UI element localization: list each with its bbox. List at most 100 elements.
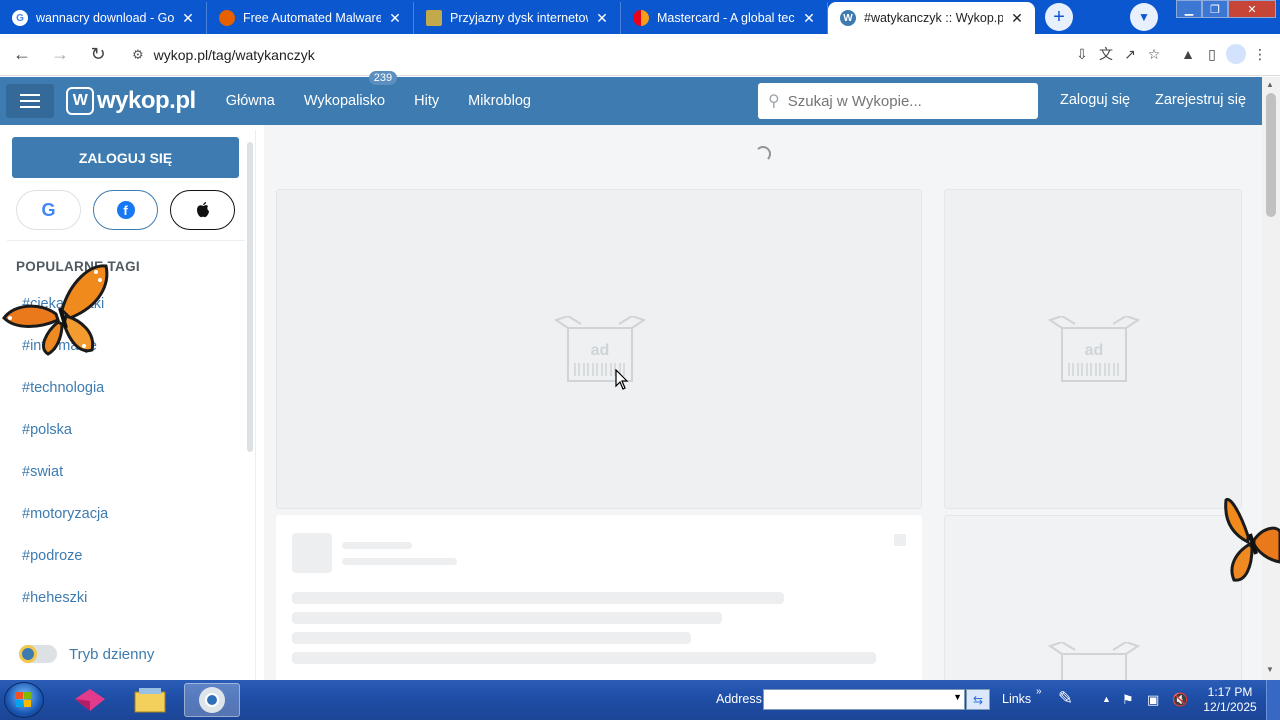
tag-link[interactable]: #technologia: [22, 380, 104, 396]
scrollbar-thumb[interactable]: [1266, 93, 1276, 217]
search-input[interactable]: [787, 92, 1018, 110]
close-window-button[interactable]: ✕: [1228, 0, 1276, 18]
address-toolbar-label: Address: [716, 692, 762, 706]
register-link[interactable]: Zarejestruj się: [1155, 92, 1246, 108]
side-panel-icon[interactable]: ▯: [1200, 39, 1224, 69]
install-app-icon[interactable]: ⇩: [1070, 39, 1094, 69]
taskbar-app-gem[interactable]: [62, 683, 118, 717]
tag-link[interactable]: #heheszki: [22, 590, 87, 606]
butterfly-icon: [1224, 497, 1280, 582]
close-icon[interactable]: ✕: [1009, 10, 1025, 27]
close-icon[interactable]: ✕: [387, 10, 403, 27]
ad-placeholder: ad: [944, 189, 1242, 509]
tab-mastercard[interactable]: Mastercard - A global tec ✕: [621, 2, 828, 34]
tab-wykop[interactable]: W #watykanczyk :: Wykop.pl ✕: [828, 2, 1035, 34]
tab-malware[interactable]: Free Automated Malware ✕: [207, 2, 414, 34]
share-icon[interactable]: ↗: [1118, 39, 1142, 69]
hamburger-menu-button[interactable]: [6, 84, 54, 118]
site-logo[interactable]: W wykop.pl: [66, 87, 196, 115]
nav-hity[interactable]: Hity: [414, 93, 439, 109]
ad-placeholder: ad: [276, 189, 922, 509]
mastercard-icon: [633, 10, 649, 26]
toggle-switch[interactable]: [19, 645, 57, 663]
links-toolbar-label[interactable]: Links: [1002, 692, 1031, 706]
left-sidebar: ZALOGUJ SIĘ G f POPULARNE TAGI #ciekawos…: [7, 130, 256, 680]
translate-icon[interactable]: 文: [1094, 39, 1118, 69]
tray-expand-icon[interactable]: ▲: [1102, 694, 1111, 704]
mouse-cursor-icon: [615, 369, 629, 390]
taskbar: Address ▼ ⇆ Links » ✎ ▲ ⚑ ▣ 🔇 1:17 PM 12…: [0, 680, 1280, 720]
flag-icon[interactable]: ⚑: [1122, 692, 1134, 708]
menu-kebab-icon[interactable]: ⋮: [1248, 39, 1272, 69]
tag-link[interactable]: #polska: [22, 422, 72, 438]
login-link[interactable]: Zaloguj się: [1060, 92, 1130, 108]
scroll-up-icon[interactable]: ▲: [1266, 80, 1274, 89]
show-desktop-button[interactable]: [1266, 680, 1280, 720]
tab-title: Mastercard - A global tec: [657, 11, 795, 25]
profile-avatar-icon[interactable]: [1224, 39, 1248, 69]
taskbar-app-chrome[interactable]: [184, 683, 240, 717]
tab-search-button[interactable]: ▼: [1130, 3, 1158, 31]
browser-toolbar: ← → ↻ ⚙ wykop.pl/tag/watykanczyk ⇩ 文 ↗ ☆…: [0, 34, 1280, 76]
tag-link[interactable]: #podroze: [22, 548, 82, 564]
address-bar[interactable]: ⚙ wykop.pl/tag/watykanczyk: [122, 38, 1042, 72]
close-icon[interactable]: ✕: [594, 10, 610, 27]
notepad-icon[interactable]: ✎: [1058, 688, 1073, 709]
volume-muted-icon[interactable]: 🔇: [1172, 692, 1188, 708]
sidebar-login-button[interactable]: ZALOGUJ SIĘ: [12, 137, 239, 178]
tab-wannacry[interactable]: G wannacry download - Goo ✕: [0, 2, 207, 34]
bookmark-star-icon[interactable]: ☆: [1142, 39, 1166, 69]
apple-icon: [196, 202, 209, 218]
new-tab-button[interactable]: +: [1045, 3, 1073, 31]
taskbar-app-explorer[interactable]: [122, 683, 178, 717]
chevron-double-right-icon[interactable]: »: [1036, 686, 1042, 697]
facebook-login-button[interactable]: f: [93, 190, 158, 230]
ad-box-icon: ad: [1047, 316, 1141, 382]
ad-placeholder: [944, 515, 1242, 708]
gem-icon: [75, 689, 105, 711]
butterfly-icon: [2, 264, 109, 356]
file-icon: [426, 10, 442, 26]
back-button[interactable]: ←: [6, 39, 38, 71]
labs-icon[interactable]: ▲: [1176, 39, 1200, 69]
tab-title: Przyjazny dysk internetow: [450, 11, 588, 25]
start-button[interactable]: [4, 682, 44, 718]
tag-link[interactable]: #swiat: [22, 464, 63, 480]
scroll-down-icon[interactable]: ▼: [1266, 665, 1274, 674]
facebook-icon: f: [116, 201, 135, 219]
reload-button[interactable]: ↻: [82, 39, 114, 71]
main-content: ad ad: [264, 125, 1262, 708]
url-text: wykop.pl/tag/watykanczyk: [153, 46, 315, 63]
close-icon[interactable]: ✕: [801, 10, 817, 27]
chevron-down-icon[interactable]: ▼: [953, 692, 962, 702]
tab-strip: G wannacry download - Goo ✕ Free Automat…: [0, 0, 1280, 34]
tab-dysk[interactable]: Przyjazny dysk internetow ✕: [414, 2, 621, 34]
system-clock[interactable]: 1:17 PM 12/1/2025: [1198, 685, 1262, 715]
windows-logo-icon: [16, 692, 31, 707]
loading-skeleton-card: [276, 515, 922, 685]
search-icon: ⚲: [768, 93, 780, 110]
taskbar-address-input[interactable]: ▼: [763, 689, 965, 710]
divider: [7, 240, 245, 241]
day-mode-toggle[interactable]: Tryb dzienny: [19, 645, 154, 663]
display-icon[interactable]: ▣: [1147, 692, 1159, 708]
forward-button[interactable]: →: [44, 39, 76, 71]
site-header: W wykop.pl Główna Wykopalisko 239 Hity Mi…: [0, 71, 1262, 125]
tag-link[interactable]: #motoryzacja: [22, 506, 108, 522]
page-scrollbar[interactable]: ▲ ▼: [1262, 77, 1280, 680]
wykop-icon: W: [840, 10, 856, 26]
loading-spinner-icon: [755, 146, 771, 162]
nav-label: Wykopalisko: [303, 93, 386, 109]
minimize-button[interactable]: ▁: [1176, 0, 1202, 18]
nav-glowna[interactable]: Główna: [226, 93, 275, 109]
tab-title: wannacry download - Goo: [36, 11, 174, 25]
maximize-button[interactable]: ❐: [1202, 0, 1228, 18]
nav-mikroblog[interactable]: Mikroblog: [468, 93, 531, 109]
google-login-button[interactable]: G: [16, 190, 81, 230]
apple-login-button[interactable]: [170, 190, 235, 230]
site-info-icon[interactable]: ⚙: [132, 47, 144, 63]
nav-wykopalisko[interactable]: Wykopalisko 239: [303, 71, 398, 109]
sidebar-scrollbar[interactable]: [247, 142, 253, 452]
close-icon[interactable]: ✕: [180, 10, 196, 27]
go-button[interactable]: ⇆: [966, 689, 990, 710]
